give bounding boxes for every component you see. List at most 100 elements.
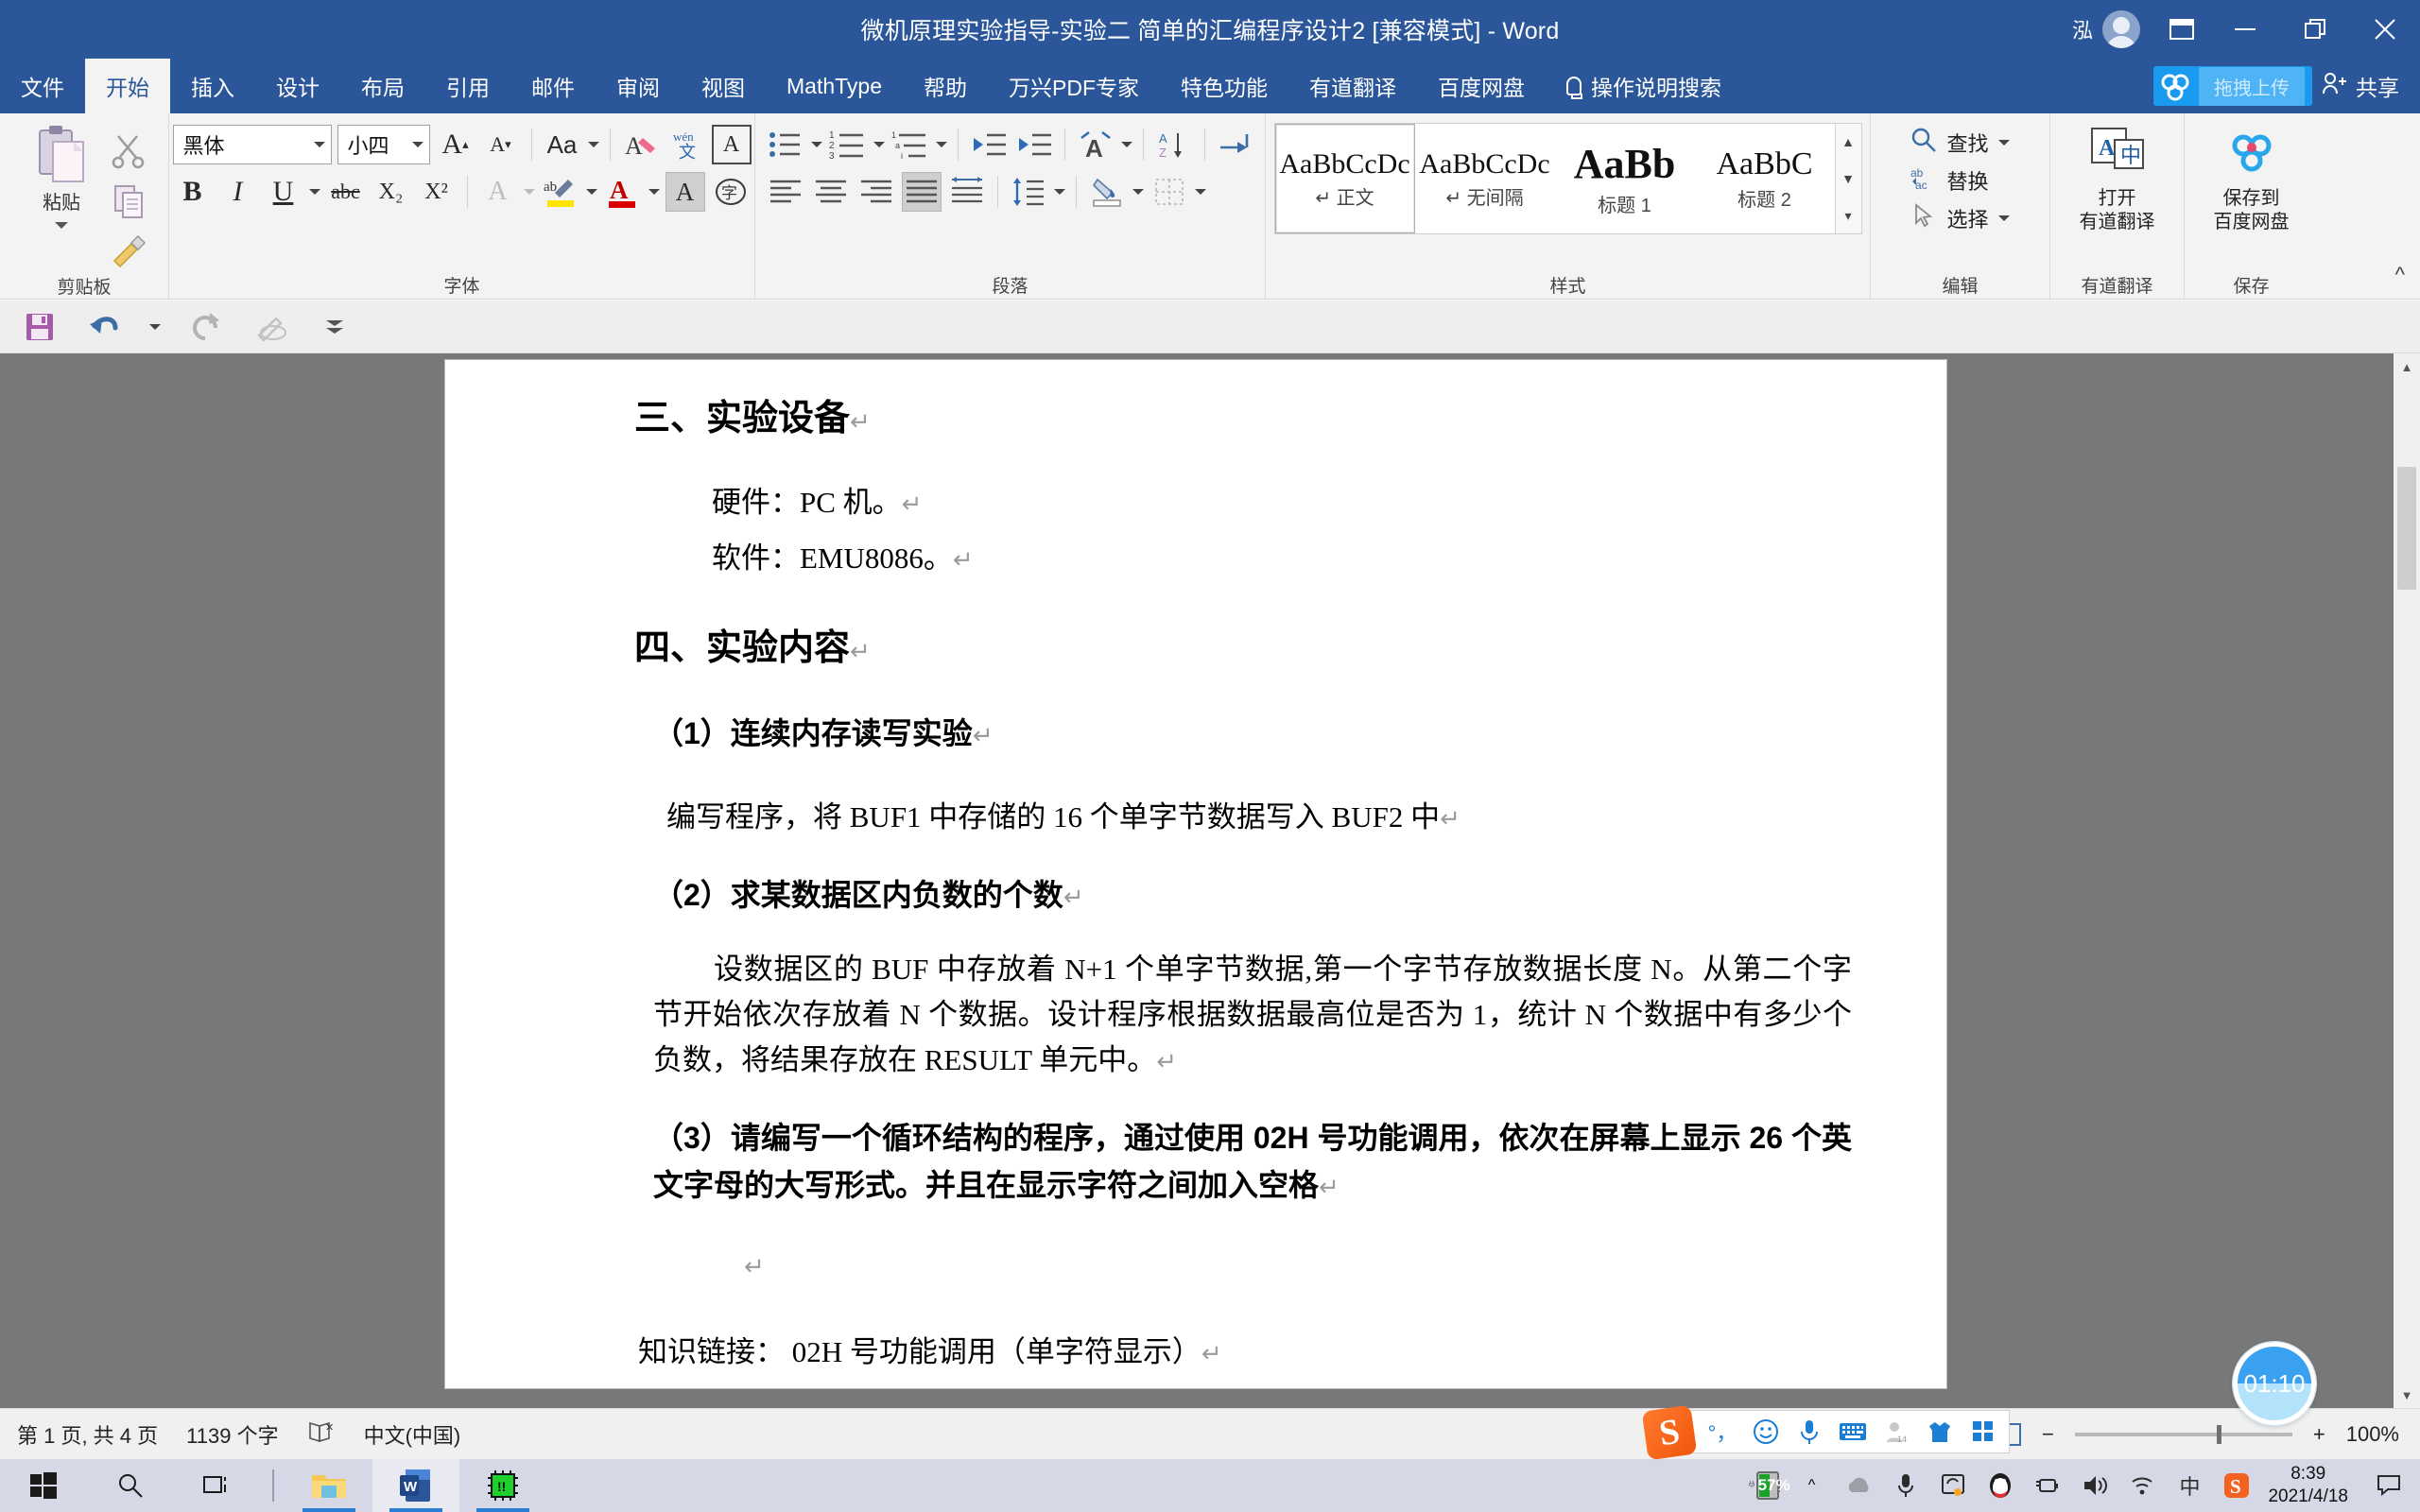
highlight-caret-icon[interactable] xyxy=(585,189,597,195)
east-asian-layout-button[interactable]: A xyxy=(1076,125,1115,164)
grow-font-button[interactable]: A ▴ xyxy=(436,125,475,164)
drag-upload-button[interactable]: 拖拽上传 xyxy=(2153,66,2312,106)
paste-button[interactable]: 粘贴 xyxy=(20,123,103,229)
style-heading-2[interactable]: AaBbC 标题 2 xyxy=(1695,124,1835,233)
tab-references[interactable]: 引用 xyxy=(425,59,510,113)
collapse-ribbon-button[interactable]: ^ xyxy=(2395,263,2405,287)
taskbar-app-emu8086[interactable]: !! xyxy=(459,1459,546,1512)
save-to-baidu-netdisk-button[interactable]: 保存到 百度网盘 xyxy=(2195,119,2308,234)
phonetic-guide-button[interactable]: wén 文 xyxy=(666,125,706,164)
notifications-icon[interactable] xyxy=(2373,1469,2405,1502)
save-icon[interactable] xyxy=(21,308,59,346)
font-color-caret-icon[interactable] xyxy=(648,189,660,195)
wifi-icon[interactable] xyxy=(2126,1469,2158,1502)
justify-button[interactable] xyxy=(901,172,942,212)
scroll-up-arrow-icon[interactable]: ▲ xyxy=(2394,353,2420,380)
line-spacing-button[interactable] xyxy=(1009,172,1048,212)
borders-button[interactable] xyxy=(1150,172,1189,212)
font-color-button[interactable]: A xyxy=(603,172,643,212)
document-vertical-scrollbar[interactable]: ▲ ▼ xyxy=(2394,353,2420,1408)
decrease-indent-button[interactable] xyxy=(969,125,1009,164)
character-border-button[interactable]: A xyxy=(711,125,752,164)
battery-icon[interactable]: 57% xyxy=(1748,1469,1790,1502)
volume-icon[interactable] xyxy=(2079,1469,2111,1502)
screen-capture-icon[interactable] xyxy=(1937,1469,1969,1502)
align-left-button[interactable] xyxy=(766,172,805,212)
line-spacing-caret-icon[interactable] xyxy=(1053,189,1065,195)
timer-widget[interactable]: 01:10 xyxy=(2233,1342,2316,1425)
clock[interactable]: 8:39 2021/4/18 xyxy=(2268,1463,2358,1508)
share-button[interactable]: 共享 xyxy=(2312,59,2420,113)
tab-mailings[interactable]: 邮件 xyxy=(510,59,596,113)
styles-scroll-up-button[interactable]: ▲ xyxy=(1836,124,1861,160)
tab-home[interactable]: 开始 xyxy=(85,59,170,113)
language-indicator[interactable]: 中文(中国) xyxy=(364,1419,461,1450)
document-page[interactable]: 三、实验设备↵ 硬件：PC 机。↵ 软件：EMU8086。↵ 四、实验内容↵ （… xyxy=(444,359,1947,1389)
qq-icon[interactable] xyxy=(1984,1469,2016,1502)
show-hidden-icons-chevron-icon[interactable]: ^ xyxy=(1795,1469,1827,1502)
borders-caret-icon[interactable] xyxy=(1194,189,1206,195)
find-button[interactable]: 查找 xyxy=(1910,127,2010,159)
ime-user-icon[interactable]: 14 xyxy=(1882,1418,1910,1446)
tab-help[interactable]: 帮助 xyxy=(903,59,988,113)
tab-mathtype[interactable]: MathType xyxy=(766,59,903,113)
tab-youdao-translate[interactable]: 有道翻译 xyxy=(1288,59,1417,113)
tab-review[interactable]: 审阅 xyxy=(596,59,681,113)
multilevel-list-button[interactable]: 1ai xyxy=(890,125,930,164)
sogou-tray-icon[interactable]: S xyxy=(2221,1469,2253,1502)
strikethrough-button[interactable]: abc xyxy=(326,172,366,212)
numbering-button[interactable]: 123 xyxy=(828,125,868,164)
zoom-in-button[interactable]: + xyxy=(2313,1422,2325,1447)
bullets-button[interactable] xyxy=(766,125,805,164)
ime-skin-icon[interactable] xyxy=(1926,1418,1954,1446)
tab-view[interactable]: 视图 xyxy=(681,59,766,113)
select-caret-icon[interactable] xyxy=(1997,215,2010,221)
ime-punctuation-toggle[interactable]: °， xyxy=(1708,1418,1737,1446)
search-button[interactable] xyxy=(87,1459,174,1512)
shading-caret-icon[interactable] xyxy=(1132,189,1144,195)
tell-me-search[interactable]: 操作说明搜索 xyxy=(1546,59,1742,113)
undo-icon[interactable] xyxy=(85,308,123,346)
ime-voice-icon[interactable] xyxy=(1795,1418,1824,1446)
ime-keyboard-icon[interactable] xyxy=(1839,1418,1867,1446)
change-case-button[interactable]: Aa xyxy=(543,125,582,164)
open-youdao-translate-button[interactable]: A中 打开 有道翻译 xyxy=(2061,119,2174,234)
font-size-combobox[interactable]: 小四 xyxy=(337,125,430,164)
show-formatting-marks-button[interactable] xyxy=(1216,125,1255,164)
bold-button[interactable]: B xyxy=(173,172,213,212)
styles-scroll-down-button[interactable]: ▼ xyxy=(1836,161,1861,197)
align-right-button[interactable] xyxy=(856,172,896,212)
text-highlight-color-button[interactable]: ab xyxy=(541,172,580,212)
power-icon[interactable] xyxy=(2031,1469,2064,1502)
paste-dropdown-caret-icon[interactable] xyxy=(55,222,68,229)
style-normal[interactable]: AaBbCcDc ↵ 正文 xyxy=(1274,124,1415,233)
ime-apps-icon[interactable] xyxy=(1969,1418,1997,1446)
underline-caret-icon[interactable] xyxy=(308,189,320,195)
tab-baidu-netdisk[interactable]: 百度网盘 xyxy=(1417,59,1546,113)
clear-formatting-button[interactable]: A xyxy=(621,125,661,164)
copy-button[interactable] xyxy=(109,181,148,221)
subscript-button[interactable]: X₂ xyxy=(372,172,411,212)
replace-button[interactable]: ab ac 替换 xyxy=(1910,164,1988,197)
document-content[interactable]: 三、实验设备↵ 硬件：PC 机。↵ 软件：EMU8086。↵ 四、实验内容↵ （… xyxy=(445,360,1946,1370)
text-shading-button[interactable]: A xyxy=(665,172,705,212)
proofing-errors-icon[interactable]: ✕ xyxy=(307,1419,336,1450)
zoom-slider-knob[interactable] xyxy=(2216,1424,2221,1444)
align-center-button[interactable] xyxy=(811,172,851,212)
multilevel-caret-icon[interactable] xyxy=(935,142,947,147)
restore-button[interactable] xyxy=(2280,0,2350,59)
superscript-button[interactable]: X² xyxy=(417,172,457,212)
microphone-icon[interactable] xyxy=(1890,1469,1922,1502)
ime-emoji-icon[interactable] xyxy=(1752,1418,1780,1446)
bullets-caret-icon[interactable] xyxy=(810,142,822,147)
distributed-align-button[interactable] xyxy=(947,172,987,212)
page-indicator[interactable]: 第 1 页, 共 4 页 xyxy=(17,1419,158,1450)
enclose-characters-button[interactable]: 字 xyxy=(711,172,751,212)
tab-features[interactable]: 特色功能 xyxy=(1160,59,1288,113)
redo-icon[interactable] xyxy=(187,308,225,346)
text-effects-button[interactable]: A xyxy=(478,172,518,212)
cut-button[interactable] xyxy=(109,130,148,170)
account[interactable]: 泓 xyxy=(2059,10,2153,48)
east-asian-caret-icon[interactable] xyxy=(1120,142,1132,147)
minimize-button[interactable] xyxy=(2210,0,2280,59)
